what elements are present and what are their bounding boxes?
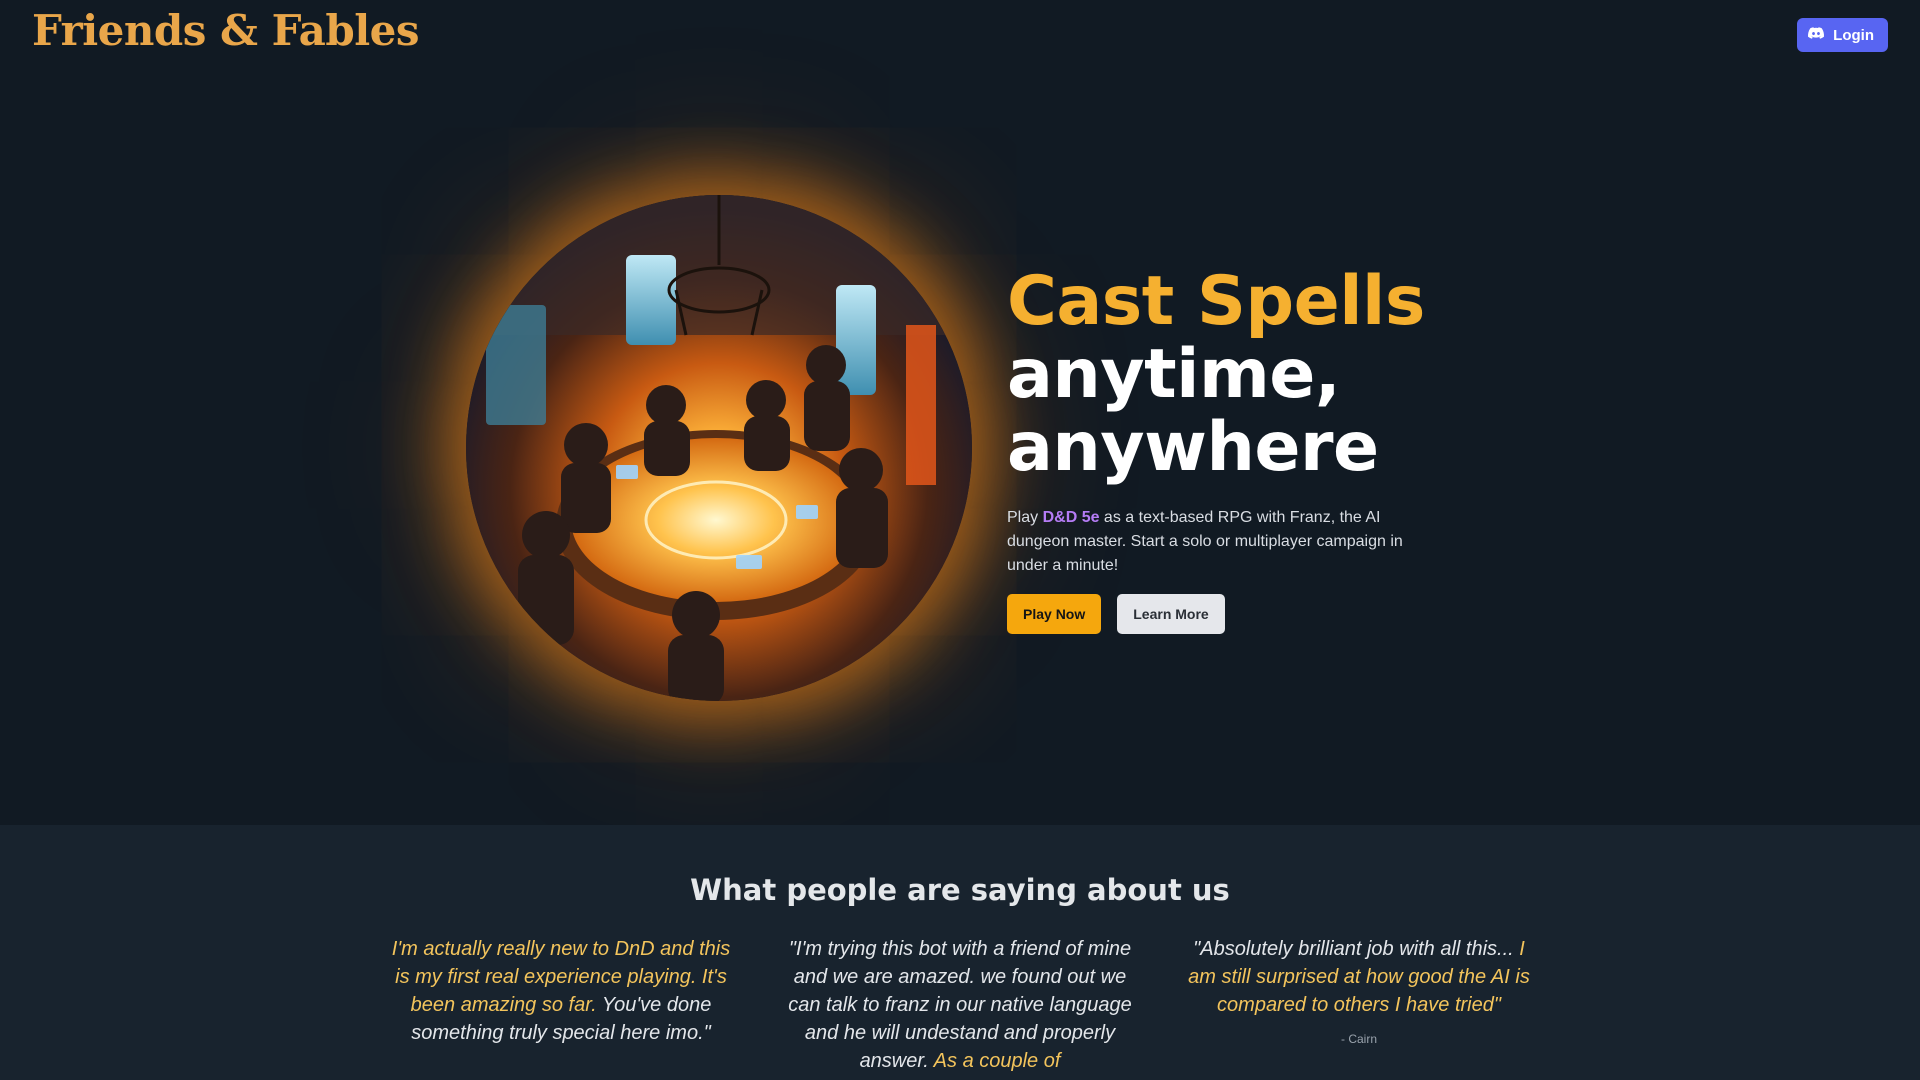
login-button[interactable]: Login <box>1797 18 1888 52</box>
top-navigation-bar: Friends & Fables Login <box>0 0 1920 70</box>
discord-icon <box>1807 24 1825 46</box>
headline-line-3: anywhere <box>1007 408 1379 487</box>
testimonial-2: "I'm trying this bot with a friend of mi… <box>785 935 1135 1075</box>
login-label: Login <box>1833 26 1874 44</box>
hero-section: Cast Spells anytime, anywhere Play D&D 5… <box>0 70 1920 825</box>
hero-headline: Cast Spells anytime, anywhere <box>1007 265 1487 484</box>
hero-description: Play D&D 5e as a text-based RPG with Fra… <box>1007 506 1437 578</box>
testimonial-3-author: - Cairn <box>1340 1032 1377 1046</box>
headline-line-2: anytime, <box>1007 335 1341 414</box>
play-now-button[interactable]: Play Now <box>1007 594 1102 634</box>
testimonials-title: What people are saying about us <box>690 873 1230 907</box>
hero-illustration <box>466 195 972 701</box>
site-logo[interactable]: Friends & Fables <box>32 6 420 55</box>
testimonials-section: What people are saying about us I'm actu… <box>0 825 1920 1080</box>
description-prefix: Play <box>1007 509 1043 526</box>
dnd-highlight: D&D 5e <box>1042 509 1100 526</box>
hero-actions: Play Now Learn More <box>1007 594 1487 634</box>
testimonial-2-highlight: As a couple of <box>933 1050 1061 1072</box>
hero-text-block: Cast Spells anytime, anywhere Play D&D 5… <box>1007 265 1487 634</box>
testimonial-3: "Absolutely brilliant job with all this.… <box>1184 935 1534 1053</box>
headline-accent: Cast Spells <box>1007 262 1425 341</box>
learn-more-button[interactable]: Learn More <box>1117 594 1225 634</box>
testimonial-1: I'm actually really new to DnD and this … <box>386 935 736 1047</box>
testimonial-3-lead: "Absolutely brilliant job with all this.… <box>1193 938 1514 960</box>
